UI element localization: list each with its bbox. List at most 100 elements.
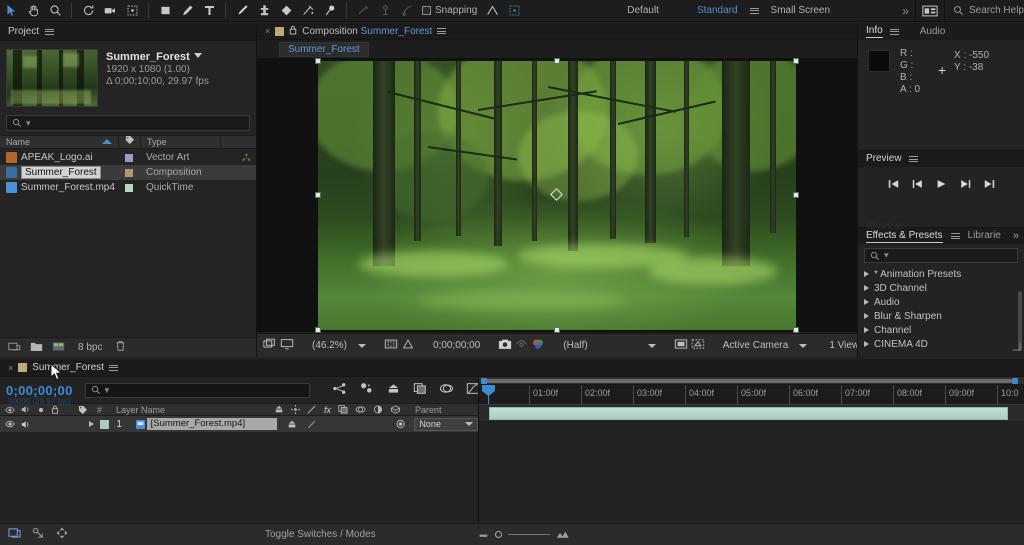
eraser-tool-icon[interactable] [275, 1, 297, 21]
scrollbar-right-knob[interactable] [1012, 378, 1018, 384]
lock-icon[interactable] [51, 405, 59, 414]
motion-blur-icon[interactable] [439, 382, 454, 398]
selection-handle[interactable] [793, 192, 799, 198]
solo-icon[interactable] [37, 406, 45, 414]
adjustment-icon[interactable] [395, 419, 406, 429]
puppet-pin-tool-icon[interactable] [319, 1, 341, 21]
disclosure-triangle-icon[interactable] [864, 285, 869, 291]
shy-icon[interactable] [287, 420, 297, 429]
toggle-switches-modes-label[interactable]: Toggle Switches / Modes [265, 529, 376, 540]
chevron-down-icon[interactable] [799, 344, 807, 348]
quality-icon[interactable] [307, 405, 317, 414]
snapping-toggle[interactable]: Snapping [418, 5, 481, 16]
effects-resize-grip[interactable] [1012, 342, 1021, 354]
zoom-in-icon[interactable] [556, 530, 569, 539]
type-tool-icon[interactable] [198, 1, 220, 21]
toggle-mask-icon[interactable] [691, 338, 705, 353]
new-folder-icon[interactable] [30, 341, 43, 355]
scrollbar-left-knob[interactable] [481, 378, 487, 384]
last-frame-icon[interactable] [984, 179, 995, 192]
hide-shy-layers-icon[interactable] [386, 382, 401, 398]
breadcrumb[interactable]: Summer_Forest [279, 42, 369, 57]
disclosure-triangle-icon[interactable] [864, 271, 869, 277]
eye-icon[interactable] [5, 406, 15, 414]
workspace-overflow-icon[interactable]: » [896, 4, 915, 18]
roto-brush-tool-icon[interactable] [297, 1, 319, 21]
disclosure-triangle-icon[interactable] [864, 299, 869, 305]
bit-depth-label[interactable]: 8 bpc [74, 342, 106, 353]
disclosure-triangle-icon[interactable] [864, 327, 869, 333]
composition-tab-label[interactable]: Composition Summer_Forest [302, 26, 432, 37]
brush-tool-icon[interactable] [231, 1, 253, 21]
pen-tool-icon[interactable] [176, 1, 198, 21]
clone-stamp-tool-icon[interactable] [253, 1, 275, 21]
composition-mini-flowchart-icon[interactable] [332, 382, 347, 398]
timeline-menu-icon[interactable] [109, 365, 118, 371]
rotation-tool-icon[interactable] [77, 1, 99, 21]
parent-dropdown[interactable]: None [414, 418, 478, 431]
disclosure-triangle-icon[interactable] [864, 313, 869, 319]
always-preview-icon[interactable] [263, 338, 277, 353]
snapshot-camera-icon[interactable] [498, 338, 512, 353]
timeline-search-input[interactable]: ▾ [85, 383, 310, 398]
monitor-icon[interactable] [280, 338, 294, 353]
channels-icon[interactable] [531, 338, 545, 353]
project-comp-name-wrap[interactable]: Summer_Forest [106, 51, 209, 64]
list-item[interactable]: Channel [864, 323, 1024, 337]
zoom-out-icon[interactable] [478, 531, 489, 539]
sort-ascending-icon[interactable] [102, 139, 112, 144]
list-item[interactable]: * Animation Presets [864, 267, 1024, 281]
interpret-footage-icon[interactable] [8, 341, 21, 355]
playhead[interactable] [488, 385, 489, 404]
3d-layer-icon[interactable] [390, 405, 401, 414]
timeline-ruler[interactable]: 01:00f 02:00f 03:00f 04:00f 05:00f 06:00… [479, 385, 1024, 405]
audio-icon[interactable] [21, 405, 31, 414]
draft-3d-icon[interactable] [359, 382, 374, 398]
file-tag-swatch[interactable] [118, 184, 140, 192]
project-search-input[interactable]: ▾ [6, 115, 250, 131]
list-item[interactable]: APEAK_Logo.ai Vector Art [0, 150, 256, 165]
current-time-display[interactable]: 0;00;00;00 [6, 383, 73, 398]
tab-effects-presets[interactable]: Effects & Presets [866, 230, 943, 243]
selection-tool-icon[interactable] [0, 1, 22, 21]
file-tag-swatch[interactable] [118, 154, 140, 162]
camera-tool-icon[interactable] [99, 1, 121, 21]
search-help-field[interactable]: Search Help [945, 0, 1024, 22]
chevron-down-icon[interactable] [358, 344, 366, 348]
project-menu-icon[interactable] [45, 29, 54, 35]
lock-icon[interactable] [289, 25, 297, 38]
region-of-interest-icon[interactable] [384, 338, 398, 353]
preview-menu-icon[interactable] [909, 156, 918, 162]
composition-menu-icon[interactable] [437, 28, 446, 34]
disclosure-triangle-icon[interactable] [864, 341, 869, 347]
new-composition-icon[interactable] [52, 341, 65, 355]
tab-project[interactable]: Project [8, 26, 39, 37]
tab-libraries[interactable]: Librarie [968, 230, 1001, 242]
layer-duration-bar[interactable] [489, 407, 1008, 420]
zoom-slider-knob[interactable] [495, 531, 502, 538]
selection-handle[interactable] [315, 192, 321, 198]
first-frame-icon[interactable] [888, 179, 899, 192]
prev-frame-icon[interactable] [912, 179, 923, 192]
timeline-zoom-slider[interactable] [478, 530, 569, 539]
composition-viewer[interactable] [257, 58, 857, 332]
table-row[interactable]: 1 [Summer_Forest.mp4] None [0, 416, 478, 433]
motion-sketch-icon[interactable] [56, 527, 68, 542]
chevron-down-icon[interactable] [465, 422, 473, 426]
zoom-level-label[interactable]: (46.2%) [308, 340, 351, 351]
list-item[interactable]: 3D Channel [864, 281, 1024, 295]
next-frame-icon[interactable] [960, 179, 971, 192]
layer-disclosure-icon[interactable] [85, 421, 97, 427]
list-item[interactable]: Summer_Forest.mp4 QuickTime [0, 180, 256, 195]
toggle-switches-icon[interactable] [8, 527, 21, 542]
shape-tool-icon[interactable] [154, 1, 176, 21]
tab-preview[interactable]: Preview [866, 153, 902, 165]
timeline-tab-name[interactable]: Summer_Forest [32, 362, 104, 373]
file-tag-swatch[interactable] [118, 169, 140, 177]
layer-track-row[interactable] [479, 405, 1024, 422]
list-item[interactable]: Blur & Sharpen [864, 309, 1024, 323]
comp-flowchart-icon[interactable] [32, 527, 45, 542]
layer-audio-icon[interactable] [21, 420, 31, 429]
workspace-layout-icon[interactable] [916, 1, 944, 21]
zoom-tool-icon[interactable] [44, 1, 66, 21]
